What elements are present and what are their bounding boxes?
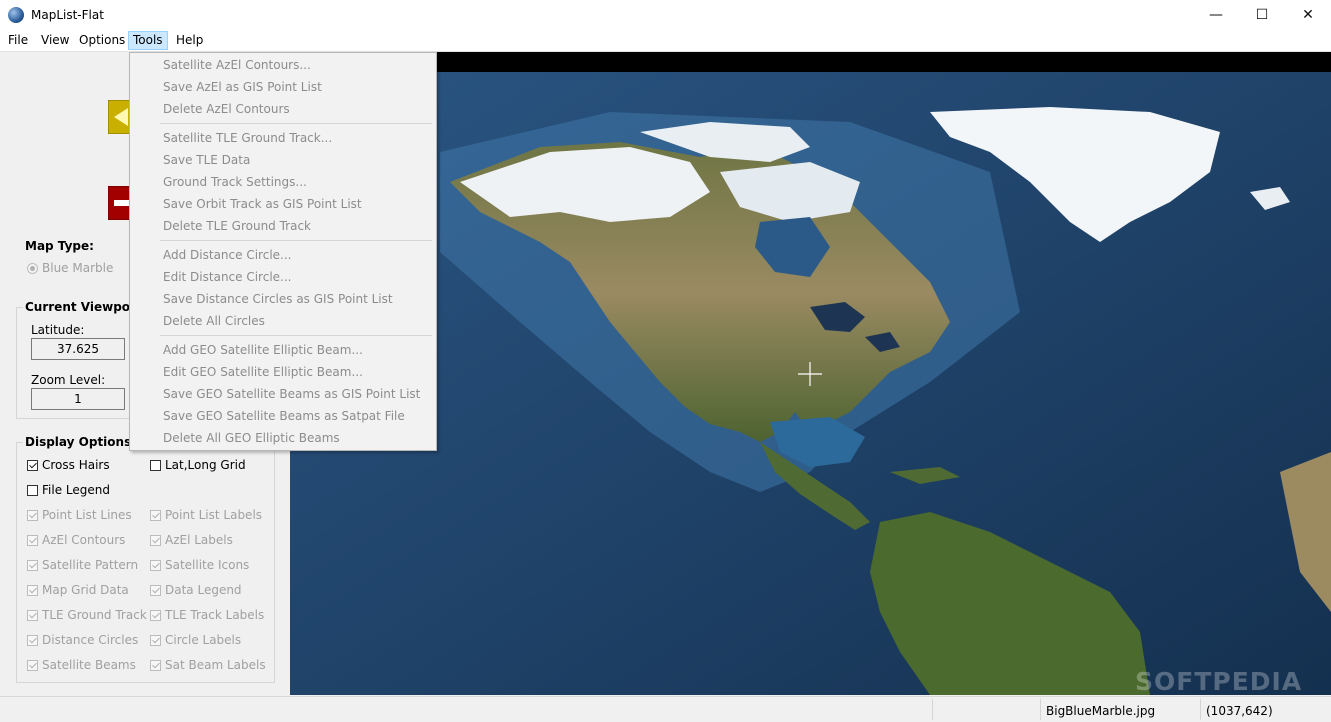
data-legend-checkbox[interactable]: Data Legend — [150, 583, 242, 597]
back-arrow-icon[interactable] — [108, 100, 130, 134]
status-separator — [932, 699, 933, 720]
menu-item-satellite-azel-contours[interactable]: Satellite AzEl Contours... — [163, 58, 311, 72]
maximize-button[interactable]: ☐ — [1239, 0, 1285, 30]
map-grid-data-checkbox[interactable]: Map Grid Data — [27, 583, 129, 597]
point-list-lines-checkbox[interactable]: Point List Lines — [27, 508, 132, 522]
display-options-title: Display Options: — [23, 435, 139, 449]
status-separator — [1040, 699, 1041, 720]
menu-item-delete-all-circles[interactable]: Delete All Circles — [163, 314, 265, 328]
menu-item-edit-distance-circle[interactable]: Edit Distance Circle... — [163, 270, 291, 284]
map-type-label: Blue Marble — [42, 261, 114, 275]
lat-long-grid-checkbox[interactable]: Lat,Long Grid — [150, 458, 246, 472]
menu-item-edit-geo-beam[interactable]: Edit GEO Satellite Elliptic Beam... — [163, 365, 363, 379]
tle-ground-track-checkbox[interactable]: TLE Ground Track — [27, 608, 147, 622]
close-button[interactable]: ✕ — [1285, 0, 1331, 30]
menu-item-save-distance-circles-gis[interactable]: Save Distance Circles as GIS Point List — [163, 292, 393, 306]
status-filename: BigBlueMarble.jpg — [1046, 704, 1156, 718]
map-type-title: Map Type: — [23, 239, 96, 253]
status-coordinates: (1037,642) — [1206, 704, 1273, 718]
menu-item-delete-tle-ground-track[interactable]: Delete TLE Ground Track — [163, 219, 311, 233]
menu-item-add-distance-circle[interactable]: Add Distance Circle... — [163, 248, 291, 262]
point-list-labels-checkbox[interactable]: Point List Labels — [150, 508, 262, 522]
menu-item-ground-track-settings[interactable]: Ground Track Settings... — [163, 175, 307, 189]
menu-item-save-geo-beams-gis[interactable]: Save GEO Satellite Beams as GIS Point Li… — [163, 387, 420, 401]
menu-options[interactable]: Options — [75, 32, 129, 49]
menu-item-save-orbit-track-gis[interactable]: Save Orbit Track as GIS Point List — [163, 197, 362, 211]
status-separator — [1200, 699, 1201, 720]
tle-track-labels-checkbox[interactable]: TLE Track Labels — [150, 608, 264, 622]
minimize-button[interactable]: — — [1193, 0, 1239, 30]
menu-item-save-tle-data[interactable]: Save TLE Data — [163, 153, 250, 167]
menu-item-tle-ground-track[interactable]: Satellite TLE Ground Track... — [163, 131, 332, 145]
map-view[interactable] — [290, 52, 1331, 695]
menu-separator — [160, 335, 432, 336]
circle-labels-checkbox[interactable]: Circle Labels — [150, 633, 241, 647]
remove-icon[interactable] — [108, 186, 130, 220]
menu-help[interactable]: Help — [172, 32, 207, 49]
menu-tools[interactable]: Tools — [128, 31, 168, 50]
satellite-pattern-checkbox[interactable]: Satellite Pattern — [27, 558, 138, 572]
menu-item-save-azel-gis[interactable]: Save AzEl as GIS Point List — [163, 80, 322, 94]
menu-file[interactable]: File — [4, 32, 32, 49]
tools-dropdown-menu: Satellite AzEl Contours... Save AzEl as … — [129, 52, 437, 451]
window-title: MapList-Flat — [31, 8, 104, 22]
watermark: SOFTPEDIA — [1135, 667, 1303, 696]
sat-beam-labels-checkbox[interactable]: Sat Beam Labels — [150, 658, 266, 672]
cross-hairs-checkbox[interactable]: Cross Hairs — [27, 458, 110, 472]
latitude-label: Latitude: — [31, 323, 85, 337]
menu-item-add-geo-beam[interactable]: Add GEO Satellite Elliptic Beam... — [163, 343, 363, 357]
menu-bar: File View Options Tools Help — [0, 30, 1331, 52]
title-bar: MapList-Flat — ☐ ✕ — [0, 0, 1331, 30]
azel-contours-checkbox[interactable]: AzEl Contours — [27, 533, 125, 547]
zoom-level-field[interactable]: 1 — [31, 388, 125, 410]
menu-item-save-geo-beams-satpat[interactable]: Save GEO Satellite Beams as Satpat File — [163, 409, 405, 423]
azel-labels-checkbox[interactable]: AzEl Labels — [150, 533, 233, 547]
menu-separator — [160, 123, 432, 124]
file-legend-checkbox[interactable]: File Legend — [27, 483, 110, 497]
menu-item-delete-all-geo-beams[interactable]: Delete All GEO Elliptic Beams — [163, 431, 340, 445]
radio-indicator — [27, 262, 38, 274]
map-type-blue-marble-radio[interactable]: Blue Marble — [27, 261, 113, 275]
blue-marble-map — [290, 52, 1331, 695]
menu-separator — [160, 240, 432, 241]
app-globe-icon — [8, 7, 24, 23]
status-bar: BigBlueMarble.jpg (1037,642) — [0, 696, 1331, 722]
menu-view[interactable]: View — [37, 32, 73, 49]
satellite-beams-checkbox[interactable]: Satellite Beams — [27, 658, 136, 672]
latitude-field[interactable]: 37.625 — [31, 338, 125, 360]
zoom-level-label: Zoom Level: — [31, 373, 106, 387]
distance-circles-checkbox[interactable]: Distance Circles — [27, 633, 138, 647]
menu-item-delete-azel-contours[interactable]: Delete AzEl Contours — [163, 102, 290, 116]
satellite-icons-checkbox[interactable]: Satellite Icons — [150, 558, 249, 572]
